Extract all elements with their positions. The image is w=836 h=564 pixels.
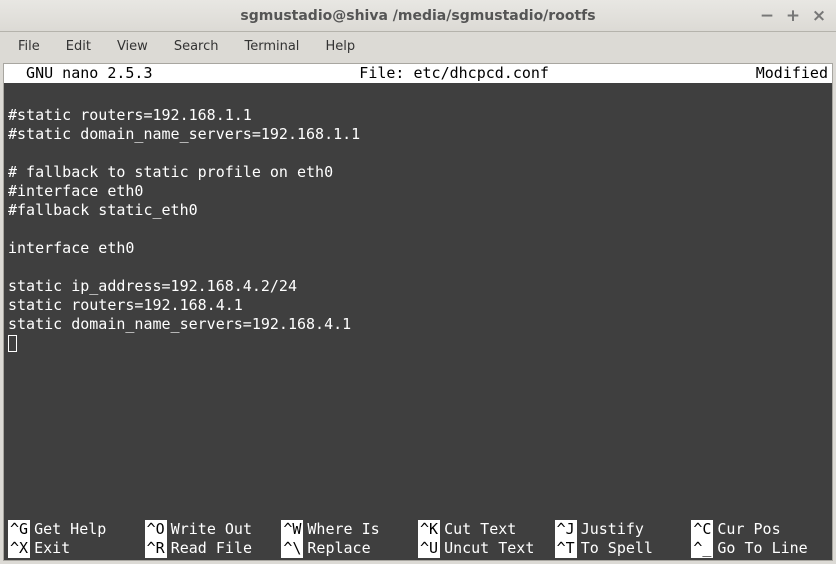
close-button[interactable]: ×	[808, 5, 830, 27]
shortcut-key: ^R	[145, 539, 167, 558]
shortcut-key: ^W	[281, 520, 303, 539]
shortcut-label: Cut Text	[444, 520, 516, 539]
nano-shortcut: ^XExit	[8, 539, 145, 558]
shortcut-key: ^\	[281, 539, 303, 558]
nano-shortcut: ^UUncut Text	[418, 539, 555, 558]
nano-shortcut: ^CCur Pos	[691, 520, 828, 539]
shortcut-key: ^_	[691, 539, 713, 558]
shortcut-key: ^O	[145, 520, 167, 539]
nano-shortcut: ^WWhere Is	[281, 520, 418, 539]
shortcut-label: Write Out	[171, 520, 252, 539]
window-title: sgmustadio@shiva /media/sgmustadio/rootf…	[240, 8, 595, 24]
window-titlebar: sgmustadio@shiva /media/sgmustadio/rootf…	[0, 0, 836, 32]
menu-terminal[interactable]: Terminal	[232, 35, 311, 58]
nano-shortcut: ^KCut Text	[418, 520, 555, 539]
menu-search[interactable]: Search	[162, 35, 231, 58]
shortcut-label: Uncut Text	[444, 539, 534, 558]
shortcut-key: ^X	[8, 539, 30, 558]
menu-view[interactable]: View	[105, 35, 160, 58]
shortcut-label: Where Is	[307, 520, 379, 539]
shortcut-label: Go To Line	[717, 539, 807, 558]
shortcut-key: ^U	[418, 539, 440, 558]
shortcut-label: Read File	[171, 539, 252, 558]
shortcut-key: ^T	[555, 539, 577, 558]
menu-edit[interactable]: Edit	[54, 35, 103, 58]
menubar: File Edit View Search Terminal Help	[0, 32, 836, 60]
cursor	[8, 335, 17, 352]
terminal-container: GNU nano 2.5.3 File: etc/dhcpcd.conf Mod…	[0, 60, 836, 564]
shortcut-label: To Spell	[581, 539, 653, 558]
nano-shortcut: ^_Go To Line	[691, 539, 828, 558]
nano-modified-flag: Modified	[756, 64, 828, 83]
nano-shortcut: ^JJustify	[555, 520, 692, 539]
nano-shortcut: ^TTo Spell	[555, 539, 692, 558]
nano-shortcut: ^\Replace	[281, 539, 418, 558]
nano-shortcut: ^OWrite Out	[145, 520, 282, 539]
nano-statusbar: GNU nano 2.5.3 File: etc/dhcpcd.conf Mod…	[4, 64, 832, 83]
shortcut-label: Cur Pos	[717, 520, 780, 539]
window-controls: − + ×	[756, 5, 830, 27]
menu-file[interactable]: File	[6, 35, 52, 58]
nano-version: GNU nano 2.5.3	[8, 64, 153, 83]
nano-shortcut: ^RRead File	[145, 539, 282, 558]
terminal[interactable]: GNU nano 2.5.3 File: etc/dhcpcd.conf Mod…	[3, 63, 833, 561]
shortcut-label: Get Help	[34, 520, 106, 539]
minimize-button[interactable]: −	[756, 5, 778, 27]
shortcut-label: Justify	[581, 520, 644, 539]
nano-shortcut-bar: ^GGet Help^OWrite Out^WWhere Is^KCut Tex…	[4, 520, 832, 560]
nano-shortcut: ^GGet Help	[8, 520, 145, 539]
shortcut-label: Replace	[307, 539, 370, 558]
maximize-button[interactable]: +	[782, 5, 804, 27]
menu-help[interactable]: Help	[313, 35, 367, 58]
nano-filename: File: etc/dhcpcd.conf	[153, 64, 756, 83]
shortcut-key: ^C	[691, 520, 713, 539]
shortcut-label: Exit	[34, 539, 70, 558]
nano-editor-content[interactable]: #static routers=192.168.1.1 #static doma…	[4, 83, 832, 520]
shortcut-key: ^J	[555, 520, 577, 539]
shortcut-key: ^G	[8, 520, 30, 539]
shortcut-key: ^K	[418, 520, 440, 539]
